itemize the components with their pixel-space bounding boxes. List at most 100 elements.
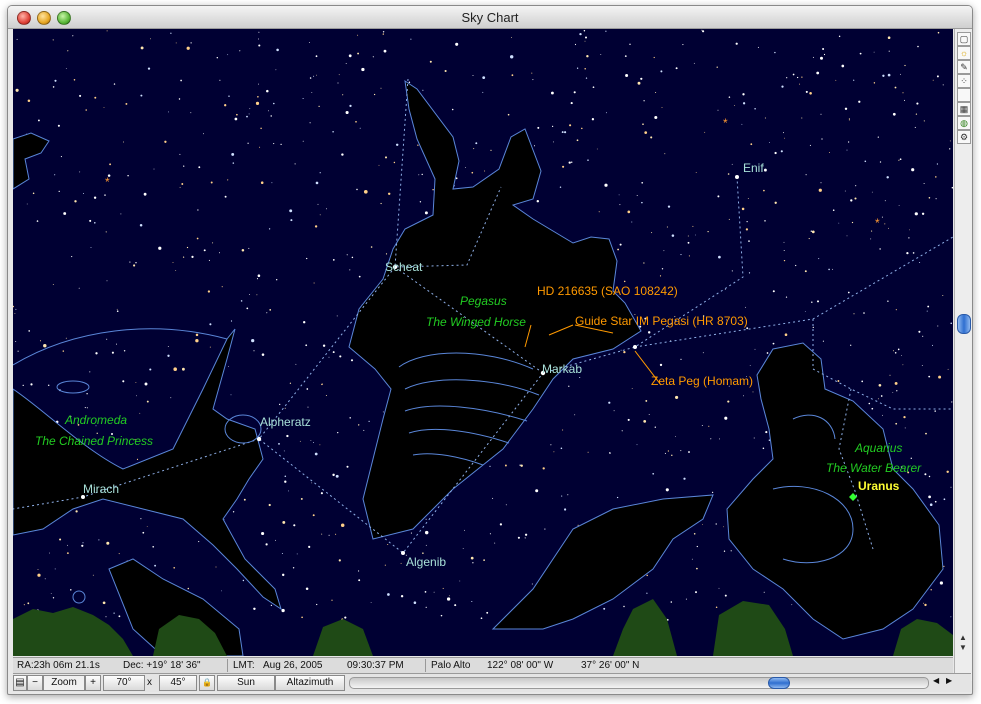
background-star [183,165,185,167]
background-star [234,117,238,121]
background-star [932,79,934,81]
lock-icon[interactable]: 🔒 [199,675,215,691]
background-star [106,30,108,32]
star-label-scheat[interactable]: Scheat [385,260,422,274]
background-star [314,225,318,228]
background-star [946,470,949,474]
star-label-markab[interactable]: Markab [542,362,582,376]
background-star [267,110,269,112]
zoom-out-button[interactable]: − [27,675,43,691]
background-star [886,176,889,179]
background-star [598,211,600,213]
scroll-right-arrow-icon[interactable]: ▶ [946,676,952,685]
background-star [15,341,17,342]
projection-select[interactable]: Altazimuth [275,675,345,691]
star-label-mirach[interactable]: Mirach [83,482,119,496]
background-star [659,275,662,277]
planet-label-uranus[interactable]: Uranus [858,479,899,493]
background-star [318,105,320,108]
pencil-icon[interactable]: ✎ [957,60,971,74]
background-star [146,526,148,527]
sun-icon[interactable]: ☼ [957,46,971,60]
background-star [605,30,607,32]
constellation-subtitle-andromeda[interactable]: The Chained Princess [35,434,153,448]
center-object-field[interactable]: Sun [217,675,275,691]
object-label-guide-star[interactable]: Guide Star IM Pegasi (HR 8703) [575,314,748,328]
star-label-alpheratz[interactable]: Alpheratz [260,415,311,429]
title-bar[interactable]: Sky Chart [8,6,972,29]
background-star [346,254,348,256]
background-star [949,140,951,142]
constellation-label-aquarius[interactable]: Aquarius [855,441,902,455]
star-label-algenib[interactable]: Algenib [406,555,446,569]
background-star [373,93,376,96]
background-star [301,616,303,619]
horizontal-scrollbar[interactable] [349,677,929,689]
constellation-label-pegasus[interactable]: Pegasus [460,294,507,308]
background-star [152,545,155,548]
zoom-in-button[interactable]: + [85,675,101,691]
background-star [135,381,137,383]
background-star [332,259,335,261]
background-star [696,567,698,570]
background-star [302,140,304,142]
background-star [785,296,788,298]
scroll-up-arrow-icon[interactable]: ▲ [957,633,969,643]
scroll-down-arrow-icon[interactable]: ▼ [957,643,969,653]
background-star [735,42,738,45]
tools-icon[interactable]: ⚙ [957,130,971,144]
background-star [335,533,337,535]
fov-height-field[interactable]: 45° [159,675,197,691]
object-label-zeta-peg[interactable]: Zeta Peg (Homam) [651,374,753,388]
background-star [568,161,571,164]
background-star [271,182,273,184]
background-star [248,113,250,115]
background-star [283,450,285,452]
globe-icon[interactable]: ◍ [957,116,971,130]
background-star [754,108,756,110]
background-star [707,230,709,233]
constellation-subtitle-aquarius[interactable]: The Water Bearer [826,461,921,475]
background-star [939,581,943,585]
object-label-hd216635[interactable]: HD 216635 (SAO 108242) [537,284,678,298]
background-star [603,607,606,610]
background-star [898,159,900,161]
background-star [209,323,212,326]
constellation-subtitle-pegasus[interactable]: The Winged Horse [426,315,526,329]
background-star [281,573,285,577]
background-star [667,450,670,452]
star-label-enif[interactable]: Enif [743,161,764,175]
background-star [587,159,589,161]
blank-icon[interactable] [957,88,971,102]
sky-view[interactable]: * * * Scheat Markab Alpheratz Mirach Alg… [13,29,953,656]
vertical-scrollbar-thumb[interactable] [957,314,971,334]
scatter-icon[interactable]: ⁘ [957,74,971,88]
background-star [260,127,262,130]
background-star [841,64,845,68]
background-star [682,44,684,46]
background-star [280,143,282,146]
background-star [82,542,84,544]
background-star [711,491,714,494]
background-star [58,190,60,193]
horizontal-scrollbar-thumb[interactable] [768,677,790,689]
background-star [384,564,386,566]
background-star [106,280,108,282]
scroll-left-arrow-icon[interactable]: ◀ [933,676,939,685]
fov-width-field[interactable]: 70° [103,675,145,691]
background-star [696,545,698,548]
lmt-label: LMT: [233,660,255,671]
background-star [289,382,292,384]
background-star [744,306,746,308]
background-star [332,473,335,477]
constellation-label-andromeda[interactable]: Andromeda [65,413,127,427]
grid-icon[interactable]: ▦ [957,102,971,116]
background-star [146,400,149,403]
background-star [643,100,645,102]
background-star [655,91,657,94]
background-star [94,96,97,99]
background-star [321,383,323,386]
panel-toggle-icon[interactable]: ▤ [13,675,27,691]
background-star [232,162,235,164]
window-icon[interactable]: ▢ [957,32,971,46]
